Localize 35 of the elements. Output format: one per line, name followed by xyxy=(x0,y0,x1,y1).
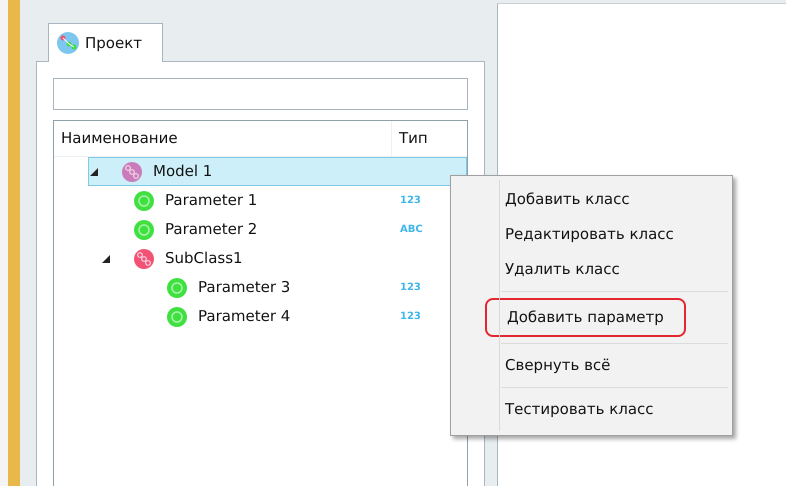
tree-row[interactable]: SubClass1 xyxy=(54,244,467,273)
node-label: Parameter 2 xyxy=(165,219,258,240)
menu-item[interactable]: Редактировать класс xyxy=(505,217,674,252)
tree-row[interactable]: Parameter 3 123 xyxy=(54,273,467,302)
node-label: SubClass1 xyxy=(165,248,243,270)
parameter-icon xyxy=(167,278,187,298)
class-icon xyxy=(134,248,154,268)
tree-row[interactable]: Parameter 1 123 xyxy=(54,186,467,215)
class-icon xyxy=(122,162,142,182)
type-label: 123 xyxy=(399,281,421,295)
expand-arrow-icon[interactable] xyxy=(101,254,111,264)
parameter-icon xyxy=(134,190,154,210)
tree-row[interactable]: Parameter 4 123 xyxy=(54,302,467,331)
menu-item[interactable]: Добавить параметр xyxy=(485,298,686,336)
menu-item[interactable]: Свернуть всё xyxy=(505,348,610,382)
column-header[interactable]: Тип xyxy=(392,121,428,156)
project-tab[interactable]: Проект xyxy=(48,23,164,62)
parameter-icon xyxy=(134,220,154,240)
type-label: 123 xyxy=(399,310,421,324)
tree-row[interactable]: Parameter 2 ABC xyxy=(54,215,467,244)
project-icon xyxy=(57,32,79,54)
search-field[interactable] xyxy=(53,78,468,110)
column-header[interactable]: Наименование xyxy=(54,121,392,156)
type-label: 123 xyxy=(399,194,421,208)
parameter-icon xyxy=(167,306,187,326)
menu-item[interactable]: Добавить класс xyxy=(505,182,630,217)
node-label: Model 1 xyxy=(153,161,212,182)
node-label: Parameter 1 xyxy=(165,190,258,212)
type-label: ABC xyxy=(399,223,423,237)
expand-arrow-icon[interactable] xyxy=(89,166,99,176)
node-label: Parameter 4 xyxy=(198,306,290,328)
menu-item[interactable]: Тестировать класс xyxy=(505,392,654,426)
tree-row[interactable]: Model 1 xyxy=(88,157,467,186)
menu-item[interactable]: Удалить класс xyxy=(505,252,620,287)
node-label: Parameter 3 xyxy=(198,277,290,298)
